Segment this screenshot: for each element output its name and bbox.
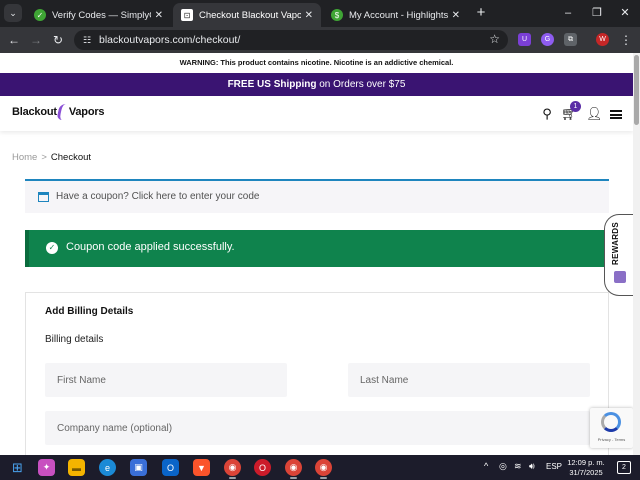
- tab-title: My Account - Highlights: [349, 9, 448, 21]
- minimize-button[interactable]: –: [557, 4, 579, 22]
- billing-section-title: Add Billing Details: [45, 306, 134, 317]
- puzzle-extension-icon[interactable]: ⧉: [564, 33, 577, 46]
- file-explorer-icon[interactable]: ▬: [68, 459, 85, 476]
- tab-my-account[interactable]: $ My Account - Highlights ✕: [323, 3, 468, 27]
- account-icon[interactable]: 👤︎: [586, 106, 603, 122]
- site-info-icon[interactable]: ☷: [81, 34, 93, 46]
- coupon-prompt-link[interactable]: Have a coupon? Click here to enter your …: [56, 191, 259, 202]
- success-message-text: Coupon code applied successfully.: [66, 241, 235, 253]
- grammar-extension-icon[interactable]: G: [541, 33, 554, 46]
- address-bar[interactable]: ☷ blackoutvapors.com/checkout/ ☆: [74, 30, 508, 50]
- chrome-icon[interactable]: ◉: [224, 459, 241, 479]
- tab-checkout[interactable]: ⊡ Checkout Blackout Vapors Online ✕: [173, 3, 321, 27]
- opera-icon[interactable]: O: [254, 459, 271, 476]
- clock-date: 31/7/2025: [569, 467, 603, 477]
- breadcrumb-home-link[interactable]: Home: [12, 152, 37, 163]
- site-logo[interactable]: Blackout Vapors: [12, 104, 105, 120]
- company-name-input[interactable]: [45, 411, 590, 445]
- windows-start-icon[interactable]: ⊞: [9, 459, 26, 476]
- browser-toolbar: ← → ↻ ☷ blackoutvapors.com/checkout/ ☆ U…: [0, 27, 640, 53]
- bookmark-star-icon[interactable]: ☆: [489, 32, 500, 46]
- tab-title: Verify Codes — SimplyCodes: [52, 9, 151, 21]
- wifi-icon[interactable]: ≋: [514, 461, 522, 472]
- clock-time: 12:09 p. m.: [567, 458, 605, 467]
- simplycodes-favicon-icon: ✓: [34, 9, 46, 21]
- first-name-input[interactable]: [45, 363, 287, 397]
- volume-icon[interactable]: 🔊︎: [529, 461, 535, 472]
- notification-badge[interactable]: 2: [617, 461, 631, 474]
- browser-tab-strip: ⌄ ✓ Verify Codes — SimplyCodes ✕ ⊡ Check…: [0, 0, 640, 27]
- rewards-tab[interactable]: REWARDS: [604, 214, 633, 296]
- url-text[interactable]: blackoutvapors.com/checkout/: [99, 34, 240, 46]
- search-icon[interactable]: ⚲: [539, 106, 555, 122]
- network-icon[interactable]: ◎: [499, 461, 507, 472]
- logo-text-left: Blackout: [12, 106, 57, 118]
- first-name-field: [45, 363, 287, 397]
- nicotine-warning-banner: WARNING: This product contains nicotine.…: [0, 53, 633, 73]
- tab-close-icon[interactable]: ✕: [305, 10, 313, 21]
- tab-close-icon[interactable]: ✕: [452, 10, 460, 21]
- edge-icon[interactable]: e: [99, 459, 116, 476]
- recaptcha-badge[interactable]: Privacy - Terms: [590, 408, 633, 448]
- logo-text-right: Vapors: [68, 106, 105, 118]
- tab-search-dropdown-icon[interactable]: ⌄: [4, 4, 22, 22]
- web-page: WARNING: This product contains nicotine.…: [0, 53, 633, 455]
- promo-bold-text: FREE US Shipping: [227, 79, 317, 90]
- gift-icon: [614, 271, 626, 283]
- billing-subtitle: Billing details: [45, 334, 104, 345]
- shield-extension-icon[interactable]: U: [518, 33, 531, 46]
- billing-details-section: Add Billing Details Billing details: [25, 292, 609, 455]
- brave-icon[interactable]: ▼: [193, 459, 210, 476]
- last-name-field: [348, 363, 590, 397]
- scrollbar-thumb[interactable]: [634, 55, 639, 125]
- rewards-label: REWARDS: [611, 222, 620, 265]
- outlook-icon[interactable]: O: [162, 459, 179, 476]
- site-header: Blackout Vapors ⚲ 🛒︎ 1 👤︎: [0, 96, 633, 131]
- back-button[interactable]: ←: [5, 31, 23, 49]
- copilot-icon[interactable]: ✦: [38, 459, 55, 476]
- last-name-input[interactable]: [348, 363, 590, 397]
- blackout-vapors-favicon-icon: ⊡: [181, 9, 193, 21]
- tray-overflow-chevron-icon[interactable]: ^: [484, 461, 488, 471]
- close-window-button[interactable]: ✕: [614, 4, 636, 22]
- browser-menu-icon[interactable]: ⋮: [617, 31, 635, 49]
- new-tab-button[interactable]: +: [472, 4, 490, 22]
- forward-button[interactable]: →: [27, 31, 45, 49]
- breadcrumb: Home > Checkout: [12, 152, 91, 163]
- coupon-success-message: ✓ Coupon code applied successfully.: [25, 230, 609, 267]
- reload-button[interactable]: ↻: [49, 31, 67, 49]
- recaptcha-logo-icon: [601, 412, 621, 432]
- breadcrumb-current: Checkout: [50, 152, 92, 163]
- windows-taskbar: ⊞ ✦ ▬ e ▣ O ▼ ◉ O ◉ ◉ ^ ◎ ≋ 🔊︎ ESP 12:09…: [0, 455, 640, 480]
- highlights-favicon-icon: $: [331, 9, 343, 21]
- shipping-promo-banner: FREE US Shipping on Orders over $75: [0, 73, 633, 96]
- tab-title: Checkout Blackout Vapors Online: [199, 9, 301, 21]
- tab-close-icon[interactable]: ✕: [155, 10, 163, 21]
- coupon-notice[interactable]: Have a coupon? Click here to enter your …: [25, 179, 609, 213]
- cart-count-badge: 1: [570, 101, 581, 112]
- company-name-field: [45, 411, 590, 445]
- promo-text: on Orders over $75: [316, 79, 406, 90]
- breadcrumb-separator: >: [41, 152, 47, 163]
- hamburger-menu-icon[interactable]: [610, 110, 622, 119]
- logo-mark-icon: [56, 104, 70, 120]
- chrome-profile-3-icon[interactable]: ◉: [315, 459, 332, 479]
- tab-verify-codes[interactable]: ✓ Verify Codes — SimplyCodes ✕: [26, 3, 171, 27]
- store-icon[interactable]: ▣: [130, 459, 147, 476]
- checkmark-icon: ✓: [46, 242, 58, 254]
- profile-avatar-icon[interactable]: W: [596, 33, 609, 46]
- page-scrollbar[interactable]: [633, 53, 640, 455]
- coupon-window-icon: [38, 192, 49, 202]
- chrome-profile-2-icon[interactable]: ◉: [285, 459, 302, 479]
- system-clock[interactable]: 12:09 p. m. 31/7/2025: [560, 458, 612, 477]
- maximize-button[interactable]: ❐: [586, 4, 608, 22]
- recaptcha-links[interactable]: Privacy - Terms: [592, 437, 631, 442]
